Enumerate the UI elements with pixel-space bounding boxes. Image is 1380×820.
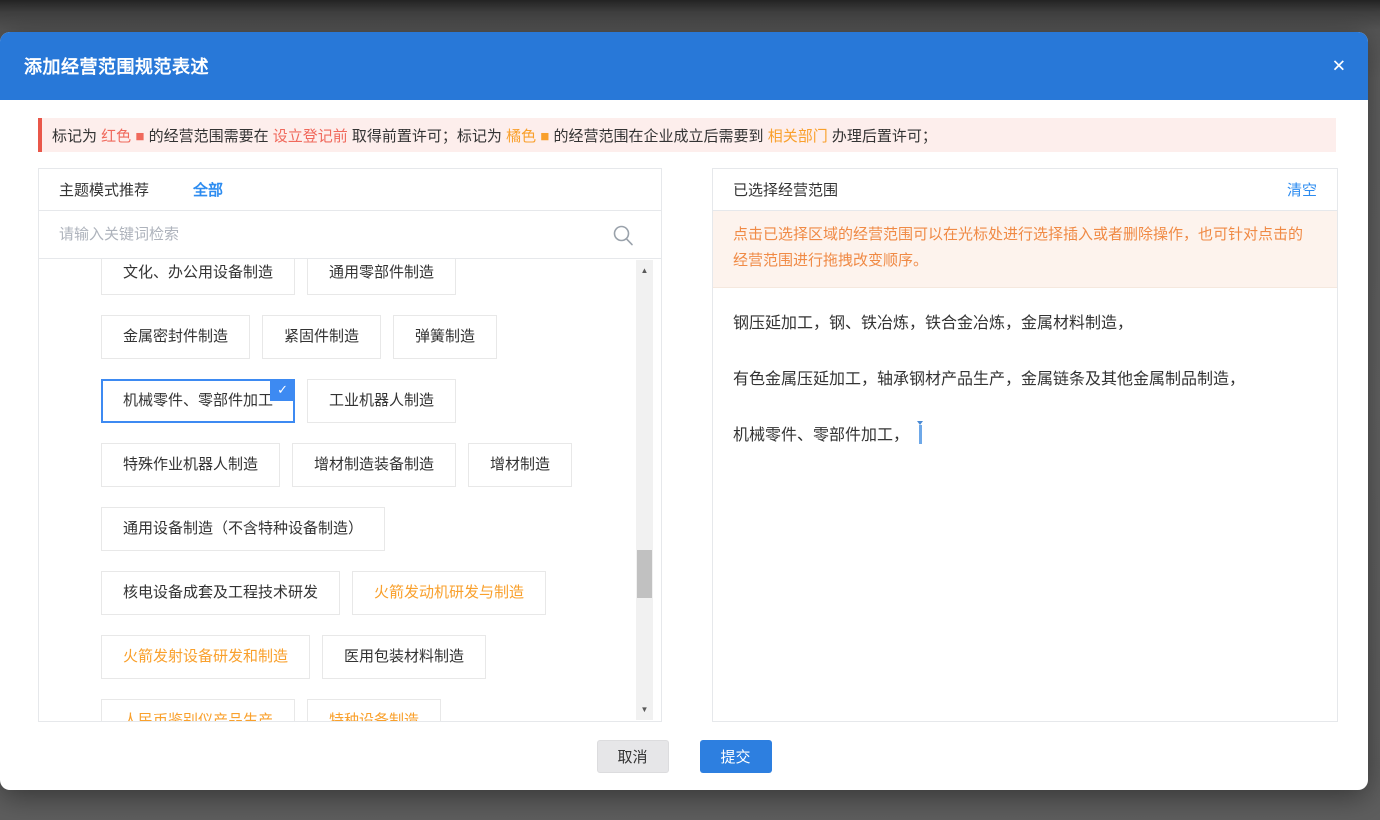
scope-tag-row: 文化、办公用设备制造通用零部件制造 [101, 259, 621, 295]
scope-tag-button[interactable]: 文化、办公用设备制造 [101, 259, 295, 295]
notice-segment: 红色 [101, 128, 135, 145]
notice-segment: 取得前置许可；标记为 [348, 128, 506, 145]
scope-tag-row: 通用设备制造（不含特种设备制造） [101, 507, 621, 551]
scope-tag-row: 人民币鉴别仪产品生产特种设备制造 [101, 699, 621, 721]
scope-tag-button[interactable]: 火箭发动机研发与制造 [352, 571, 546, 615]
scope-tag-row: 机械零件、零部件加工✓ 工业机器人制造 [101, 379, 621, 423]
notice-segment: 的经营范围需要在 [144, 128, 272, 145]
selected-scope-title: 已选择经营范围 [733, 179, 838, 200]
tab-recommend[interactable]: 主题模式推荐 [59, 179, 149, 200]
selected-scope-header: 已选择经营范围 清空 [713, 169, 1337, 211]
search-bar [39, 211, 661, 259]
selected-scope-content[interactable]: 钢压延加工，钢、铁冶炼，铁合金冶炼，金属材料制造， 有色金属压延加工，轴承钢材产品… [713, 288, 1337, 446]
scope-picker-panel: 主题模式推荐 全部 文化、办公用设备制造通用零部件制造金属密封件制造紧固件制造弹簧… [38, 168, 662, 722]
permission-notice-bar: 标记为 红色 ■ 的经营范围需要在 设立登记前 取得前置许可；标记为 橘色 ■ … [38, 118, 1336, 152]
scope-tag-button[interactable]: 特殊作业机器人制造 [101, 443, 280, 487]
scroll-down-icon[interactable]: ▼ [636, 701, 653, 718]
scope-tag-row: 特殊作业机器人制造增材制造装备制造增材制造 [101, 443, 621, 487]
notice-segment: 橘色 [506, 128, 540, 145]
search-input[interactable] [39, 211, 661, 258]
permission-notice-text: 标记为 红色 ■ 的经营范围需要在 设立登记前 取得前置许可；标记为 橘色 ■ … [52, 125, 937, 146]
scope-tag-button[interactable]: 医用包装材料制造 [322, 635, 486, 679]
drag-hint-text: 点击已选择区域的经营范围可以在光标处进行选择插入或者删除操作，也可针对点击的经营… [713, 211, 1337, 288]
notice-segment: ■ [540, 128, 549, 145]
scope-tag-row: 金属密封件制造紧固件制造弹簧制造 [101, 315, 621, 359]
scope-tag-button[interactable]: 增材制造 [468, 443, 572, 487]
selected-scope-item[interactable]: 钢压延加工，钢、铁冶炼，铁合金冶炼，金属材料制造， [733, 314, 1317, 334]
notice-segment: 办理后置许可； [828, 128, 937, 145]
scope-tag-button[interactable]: 增材制造装备制造 [292, 443, 456, 487]
selected-scope-panel: 已选择经营范围 清空 点击已选择区域的经营范围可以在光标处进行选择插入或者删除操… [712, 168, 1338, 722]
text-cursor [919, 425, 922, 444]
scroll-up-icon[interactable]: ▲ [636, 262, 653, 279]
scope-tag-button[interactable]: 火箭发射设备研发和制造 [101, 635, 310, 679]
search-icon[interactable] [611, 223, 635, 247]
business-scope-dialog: 添加经营范围规范表述 ✕ 标记为 红色 ■ 的经营范围需要在 设立登记前 取得前… [0, 32, 1368, 790]
notice-segment: 标记为 [52, 128, 101, 145]
scope-tag-button[interactable]: 核电设备成套及工程技术研发 [101, 571, 340, 615]
notice-segment: 的经营范围在企业成立后需要到 [549, 128, 767, 145]
close-icon[interactable]: ✕ [1328, 54, 1350, 79]
dialog-footer: 取消 提交 [0, 740, 1368, 773]
cancel-button[interactable]: 取消 [597, 740, 669, 773]
dialog-header: 添加经营范围规范表述 ✕ [0, 32, 1368, 100]
scope-tag-button[interactable]: 通用设备制造（不含特种设备制造） [101, 507, 385, 551]
scope-tag-button[interactable]: 通用零部件制造 [307, 259, 456, 295]
notice-segment: 相关部门 [768, 128, 828, 145]
selected-scope-item[interactable]: 有色金属压延加工，轴承钢材产品生产，金属链条及其他金属制品制造， [733, 370, 1317, 390]
submit-button[interactable]: 提交 [700, 740, 772, 773]
scrollbar-thumb[interactable] [637, 550, 652, 598]
scope-tag-button[interactable]: 紧固件制造 [262, 315, 381, 359]
scope-tag-button[interactable]: 机械零件、零部件加工✓ [101, 379, 295, 423]
scope-tag-button[interactable]: 人民币鉴别仪产品生产 [101, 699, 295, 721]
scope-tag-button[interactable]: 金属密封件制造 [101, 315, 250, 359]
scope-tabs: 主题模式推荐 全部 [39, 169, 661, 211]
clear-all-link[interactable]: 清空 [1287, 179, 1317, 200]
selected-scope-item[interactable]: 机械零件、零部件加工， [733, 426, 1317, 446]
scope-tag-rows: 文化、办公用设备制造通用零部件制造金属密封件制造紧固件制造弹簧制造机械零件、零部… [39, 259, 661, 721]
scope-tag-button[interactable]: 弹簧制造 [393, 315, 497, 359]
scope-tag-row: 火箭发射设备研发和制造医用包装材料制造 [101, 635, 621, 679]
dialog-title: 添加经营范围规范表述 [24, 53, 209, 79]
scope-tag-button[interactable]: 特种设备制造 [307, 699, 441, 721]
notice-segment: 设立登记前 [273, 128, 348, 145]
scope-tag-row: 核电设备成套及工程技术研发火箭发动机研发与制造 [101, 571, 621, 615]
scope-tag-button[interactable]: 工业机器人制造 [307, 379, 456, 423]
tag-list-scrollbar[interactable]: ▲ ▼ [636, 260, 653, 720]
check-icon: ✓ [270, 379, 295, 401]
tab-all[interactable]: 全部 [193, 179, 223, 200]
scope-tag-list: 文化、办公用设备制造通用零部件制造金属密封件制造紧固件制造弹簧制造机械零件、零部… [39, 259, 661, 721]
